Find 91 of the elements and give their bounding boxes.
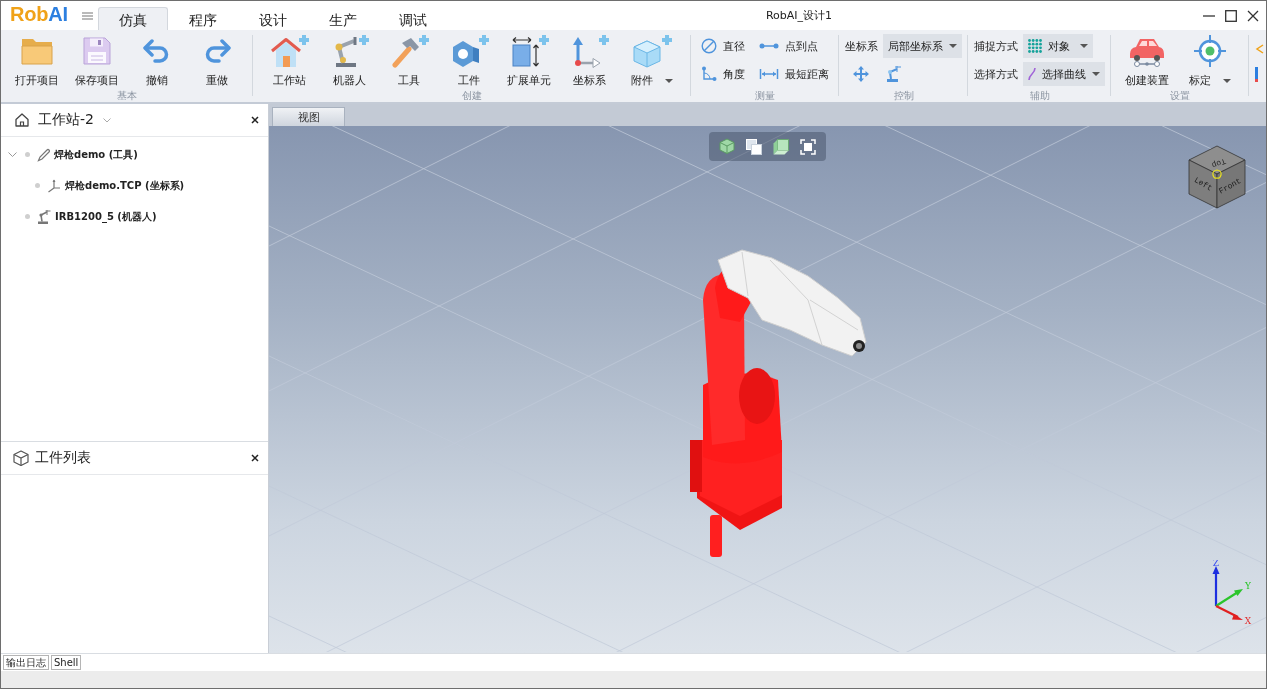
close-icon[interactable] — [1247, 9, 1259, 22]
ribbon-small-button[interactable]: 最短距离 — [759, 60, 829, 88]
field-label: 坐标系 — [845, 38, 878, 54]
maximize-icon[interactable] — [1225, 9, 1237, 22]
menu-tab[interactable]: 设计 — [237, 7, 308, 30]
chevron-down-icon[interactable] — [102, 117, 111, 123]
crosshair-target-icon — [1194, 35, 1226, 67]
group-label: 控制 — [893, 89, 914, 102]
circle-diameter-icon — [701, 38, 717, 54]
group-label: 创建 — [462, 89, 482, 102]
ribbon-small-button[interactable]: 点到点 — [759, 32, 829, 60]
caret-icon — [1080, 44, 1088, 48]
caret-icon — [949, 44, 957, 48]
panel-title: 工作站-2 — [38, 111, 94, 129]
fit-frame-icon[interactable] — [800, 138, 817, 155]
move-arrows-icon — [853, 66, 869, 82]
group-label: 设置 — [1170, 89, 1190, 102]
bottom-tab[interactable]: 输出日志 — [3, 655, 49, 670]
robot-control-button[interactable] — [885, 66, 901, 82]
menu-tab[interactable]: 程序 — [167, 7, 238, 30]
cube-face-label: Top — [1210, 156, 1228, 171]
ribbon-button[interactable]: 工件 — [439, 32, 499, 88]
node-dot-icon — [35, 183, 40, 188]
ribbon-button[interactable]: 创建装置 — [1117, 32, 1177, 88]
axes-icon — [47, 178, 61, 193]
group-label: 辅助 — [1029, 89, 1050, 102]
ribbon-button[interactable]: 机器人 — [319, 32, 379, 88]
hammer-plus-icon — [389, 34, 429, 68]
resize-box-plus-icon — [509, 34, 549, 68]
ribbon-small-button[interactable]: 直径 — [701, 32, 745, 60]
pen-icon — [37, 147, 50, 162]
ribbon-button[interactable]: 打开项目 — [7, 32, 67, 88]
caret-icon — [665, 79, 673, 83]
redo-icon — [203, 39, 231, 63]
ribbon-button[interactable]: 保存项目 — [67, 32, 127, 88]
ribbon-button[interactable]: 坐标系 — [559, 32, 619, 88]
minimize-icon[interactable] — [1203, 14, 1215, 17]
house-plus-icon — [269, 34, 309, 68]
undo-icon — [143, 39, 171, 63]
dropdown-field[interactable]: 对象 — [1023, 34, 1093, 58]
ribbon-button[interactable]: 附件 — [619, 32, 685, 88]
ribbon-button[interactable]: 扩展单元 — [499, 32, 559, 88]
shaded-cube-icon[interactable] — [773, 138, 790, 155]
move-button[interactable] — [853, 66, 869, 82]
tree-item[interactable]: IRB1200_5 (机器人) — [1, 201, 268, 232]
view-tab[interactable]: 视图 — [272, 107, 345, 126]
width-measure-icon — [759, 68, 779, 80]
dot-grid-icon — [1028, 39, 1042, 53]
cube-icon[interactable] — [718, 138, 735, 155]
ribbon-button[interactable]: 标定 — [1177, 32, 1243, 88]
cube-plus-icon — [632, 34, 672, 68]
ribbon-button[interactable]: 工作站 — [259, 32, 319, 88]
robot-arm-icon — [37, 209, 51, 224]
caret-icon — [1223, 79, 1231, 83]
tree-item[interactable]: 焊枪demo.TCP (坐标系) — [1, 170, 268, 201]
axis-label: Y — [1245, 581, 1251, 591]
ribbon-button[interactable]: 工具 — [379, 32, 439, 88]
dropdown-field[interactable]: 局部坐标系 — [883, 34, 962, 58]
group-label: 测量 — [755, 89, 775, 102]
axis-label: Z — [1212, 560, 1220, 568]
menu-tab[interactable]: 仿真 — [97, 7, 168, 30]
field-label: 选择方式 — [974, 66, 1018, 82]
folder-icon — [21, 37, 53, 65]
tree-item[interactable]: 焊枪demo (工具) — [1, 139, 268, 170]
angle-icon — [701, 66, 717, 82]
stacked-squares-icon[interactable] — [745, 138, 762, 155]
ribbon-button[interactable]: 撤销 — [127, 32, 187, 88]
menu-tab[interactable]: 调试 — [377, 7, 448, 30]
dot-line-icon — [759, 43, 779, 49]
group-label: 基本 — [117, 89, 137, 102]
home-icon — [15, 113, 29, 127]
dropdown-field[interactable]: 选择曲线 — [1023, 62, 1105, 86]
cube-icon — [13, 449, 29, 467]
field-label: 捕捉方式 — [974, 38, 1018, 54]
curve-icon — [1028, 67, 1036, 81]
axis-label: X — [1244, 616, 1252, 626]
node-dot-icon — [25, 214, 30, 219]
window-title: RobAI_设计1 — [765, 8, 833, 23]
close-icon[interactable] — [251, 116, 259, 124]
chevron-down-icon[interactable] — [7, 152, 17, 157]
caret-icon — [1092, 72, 1100, 76]
ribbon-small-button[interactable]: 角度 — [701, 60, 745, 88]
bottom-tab[interactable]: Shell — [51, 655, 82, 670]
close-icon[interactable] — [251, 454, 259, 462]
menu-tab[interactable]: 生产 — [307, 7, 378, 30]
robot-arm-icon — [885, 66, 901, 82]
menu-icon[interactable] — [81, 12, 93, 20]
panel-title: 工件列表 — [35, 449, 91, 467]
ribbon-button[interactable]: 重做 — [187, 32, 247, 88]
node-dot-icon — [25, 152, 30, 157]
app-logo: RobAI — [10, 2, 68, 26]
